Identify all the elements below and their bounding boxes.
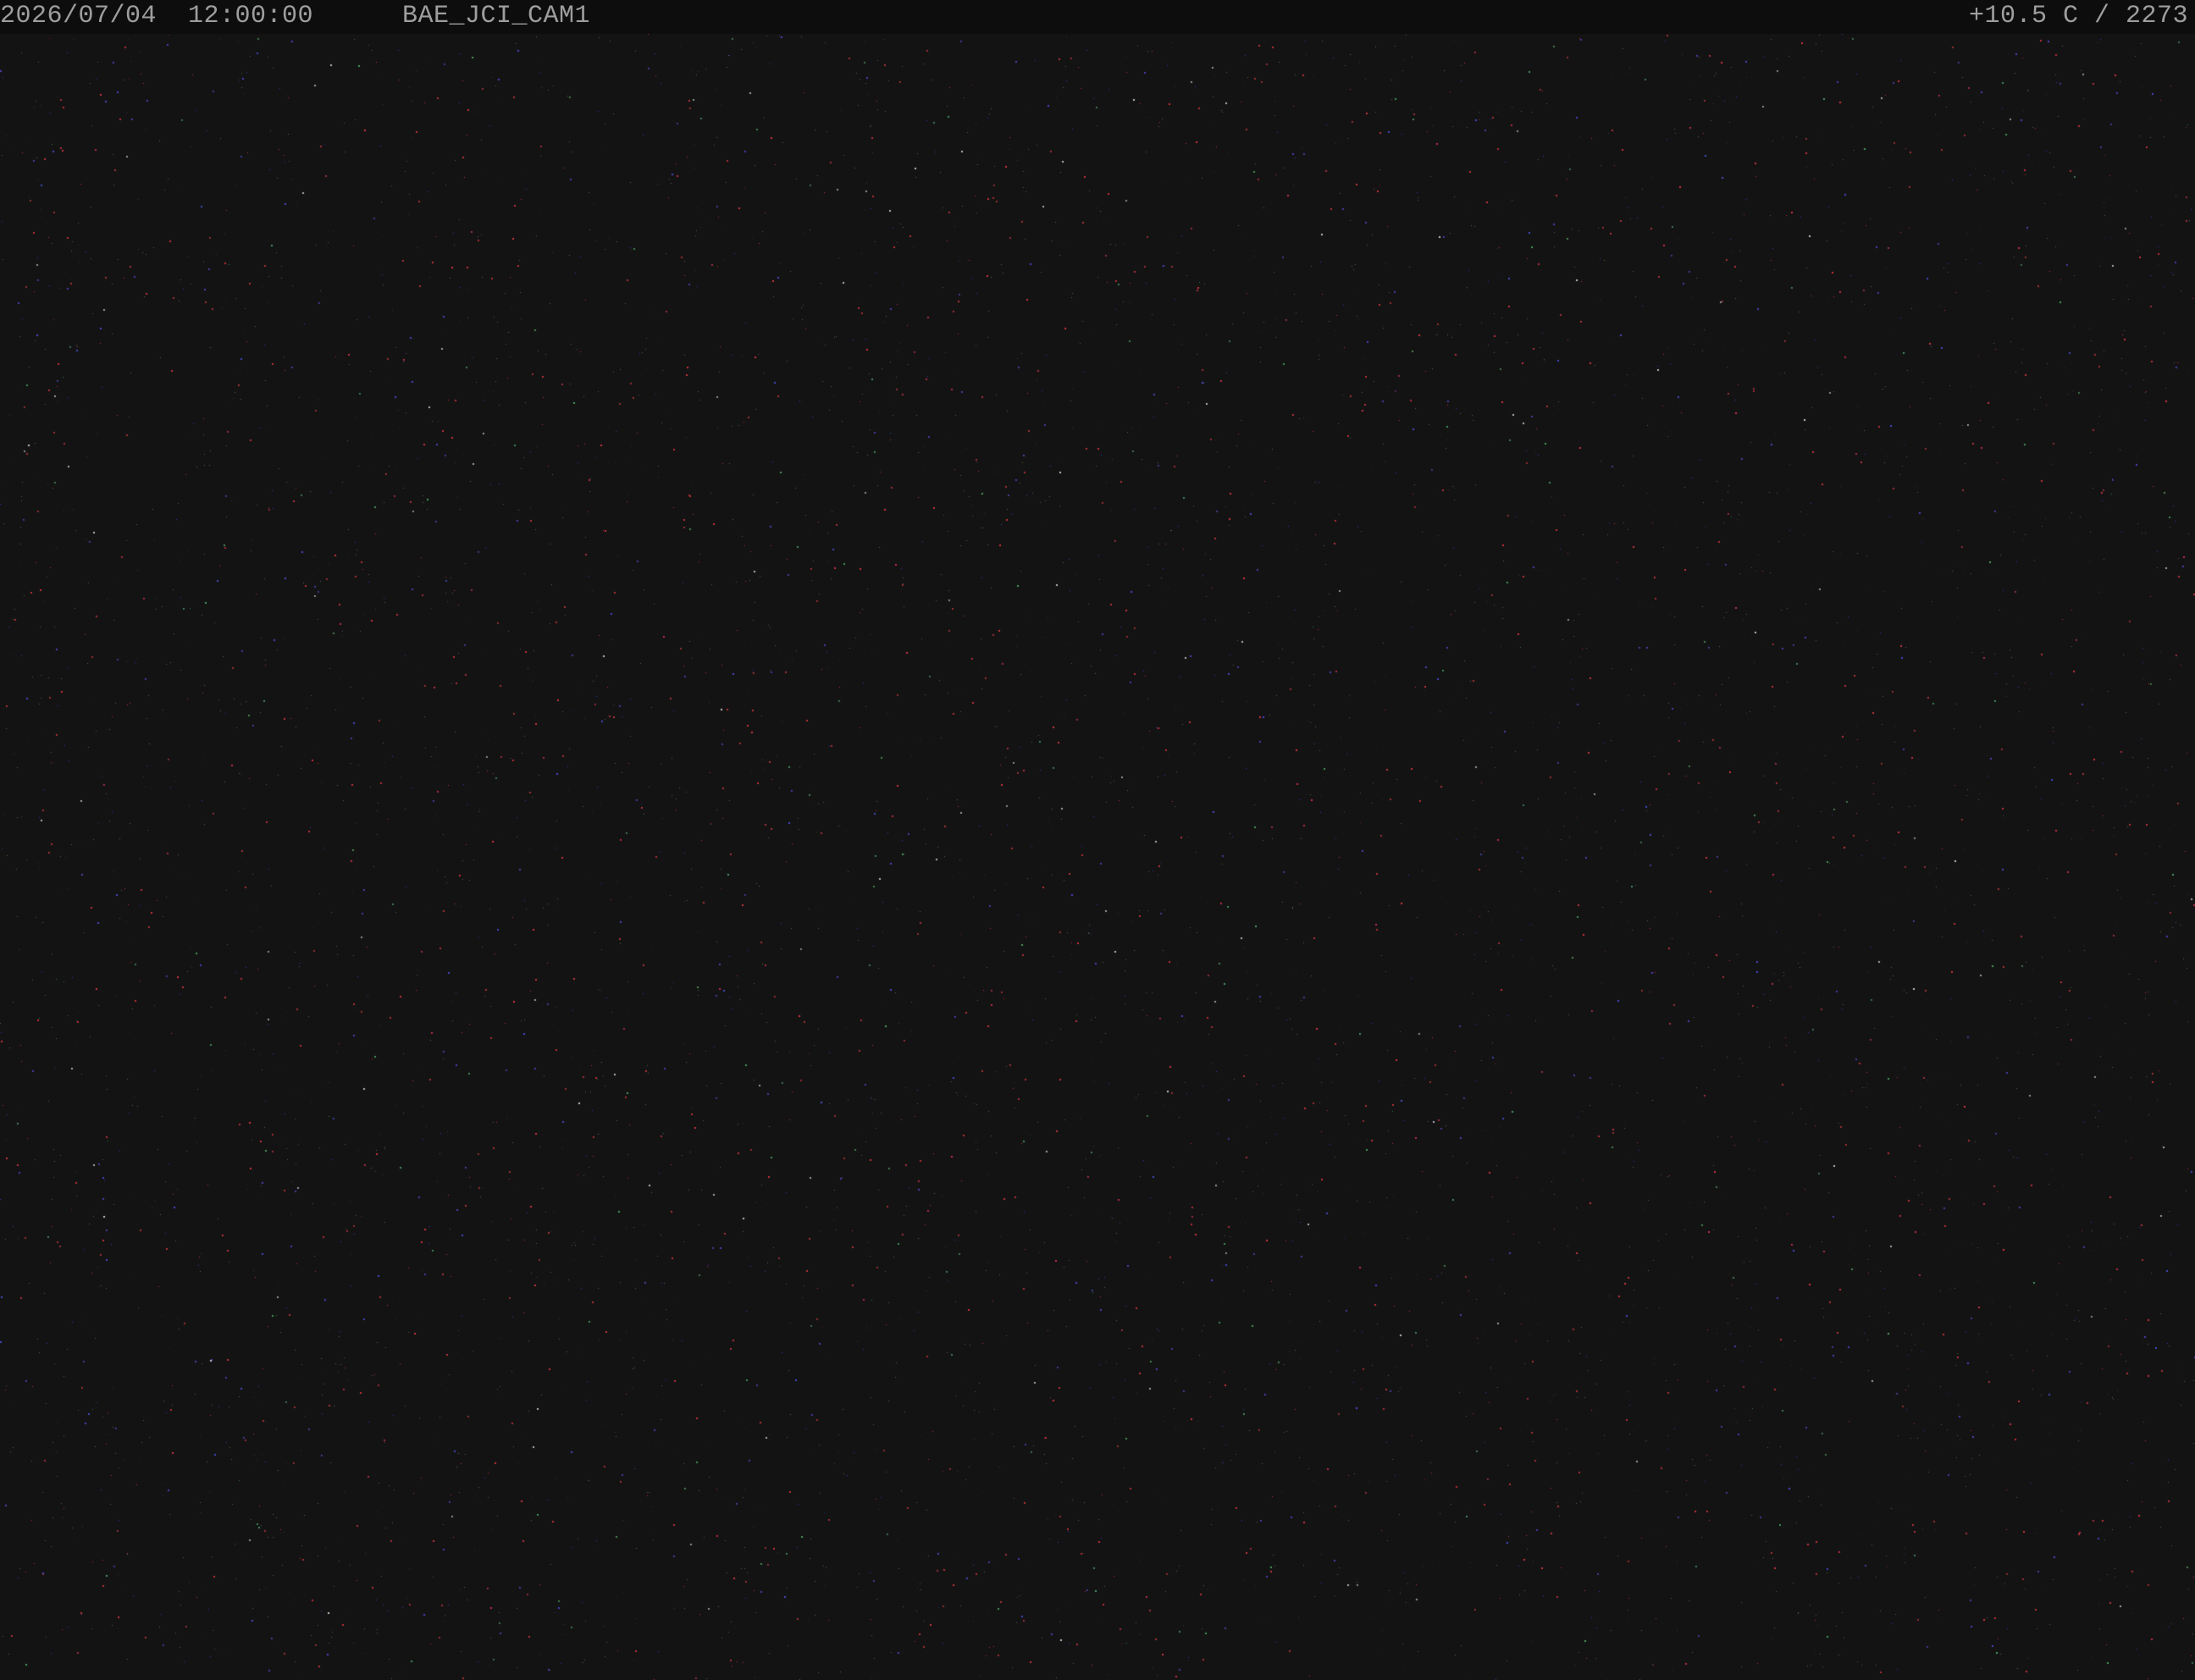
osd-sensor-readout: +10.5 C / 2273 bbox=[1968, 2, 2188, 30]
night-sky-image bbox=[0, 0, 2195, 1680]
camera-frame: 2026/07/04 12:00:00 BAE_JCI_CAM1 +10.5 C… bbox=[0, 0, 2195, 1680]
osd-camera-name: BAE_JCI_CAM1 bbox=[402, 2, 591, 30]
osd-overlay-bar: 2026/07/04 12:00:00 BAE_JCI_CAM1 +10.5 C… bbox=[0, 0, 2195, 34]
osd-datetime: 2026/07/04 12:00:00 bbox=[0, 2, 314, 30]
